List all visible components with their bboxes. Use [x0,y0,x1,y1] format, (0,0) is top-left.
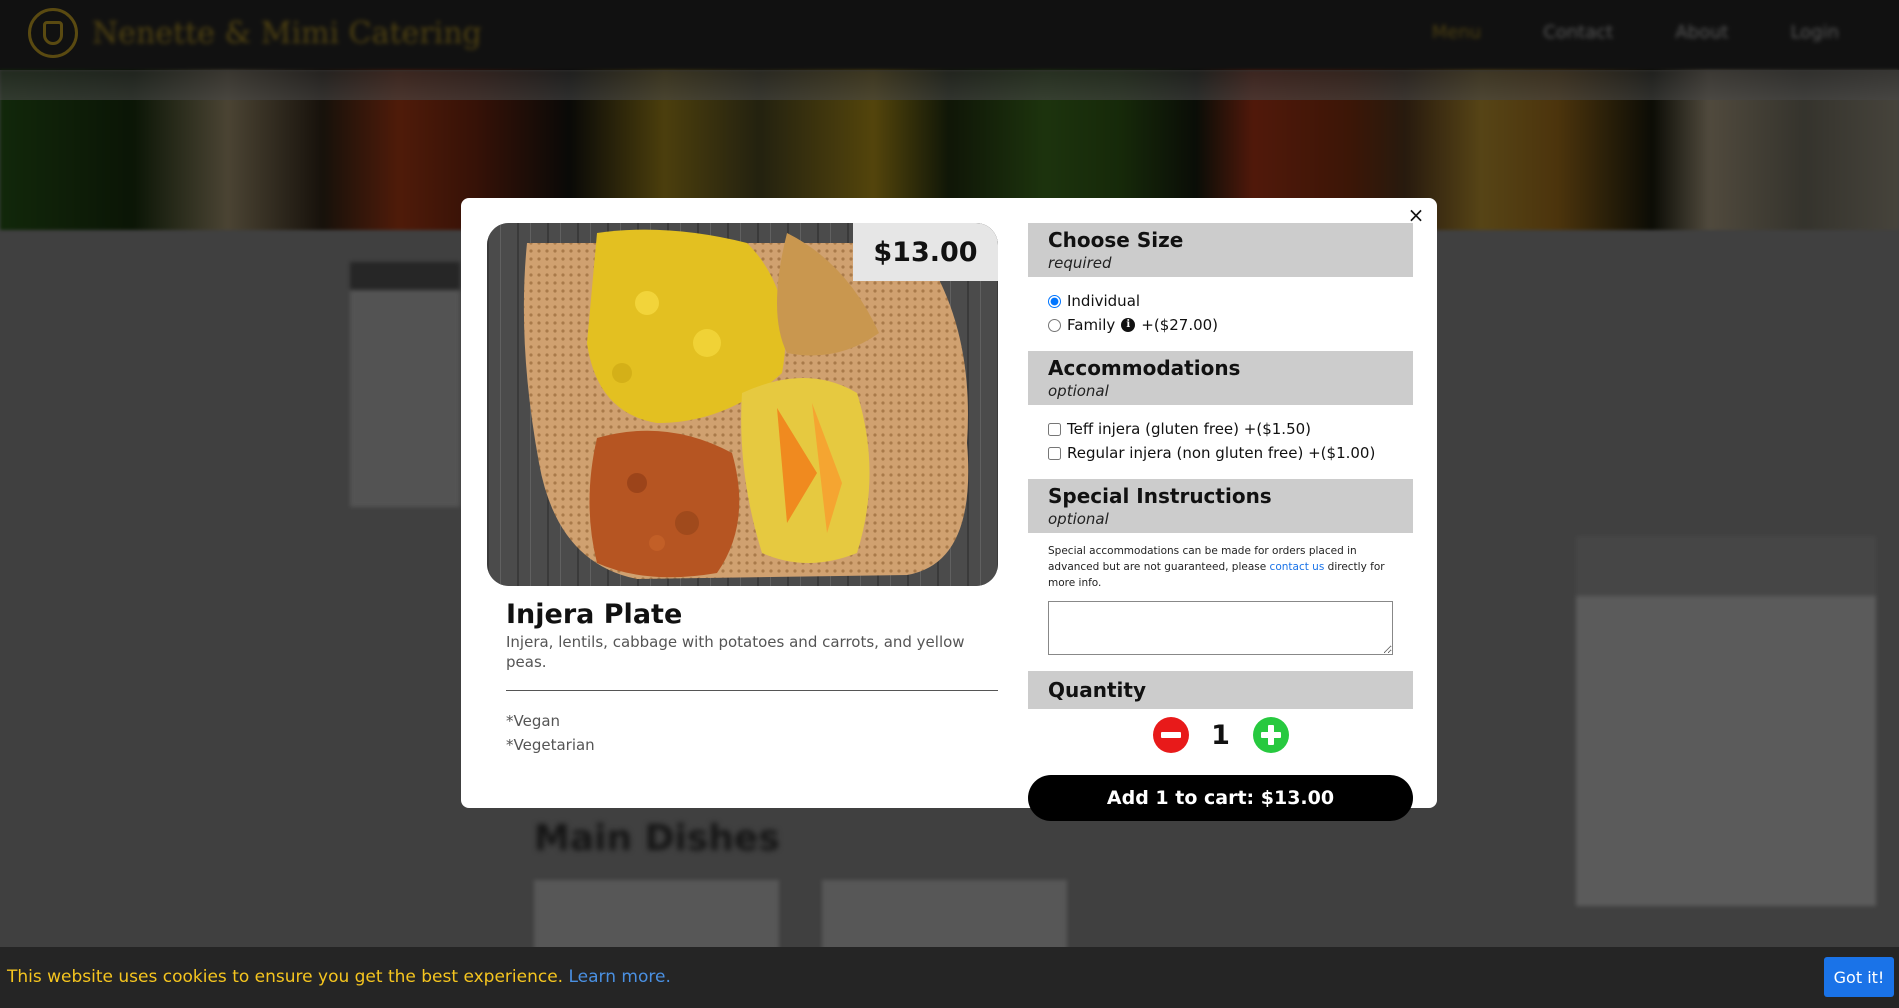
learn-more-link[interactable]: Learn more. [568,967,670,987]
accommodation-checkbox-regular[interactable] [1048,446,1061,460]
cookie-message-text: This website uses cookies to ensure you … [7,967,569,987]
size-section-header: Choose Size required [1028,223,1413,277]
instructions-section-header: Special Instructions optional [1028,479,1413,533]
tag-vegan: *Vegan [506,712,561,730]
size-section-subtitle: required [1048,254,1112,272]
size-option-individual[interactable]: Individual [1048,289,1413,313]
quantity-stepper: 1 [1028,709,1413,761]
quantity-section-title: Quantity [1048,678,1146,702]
size-option-label: Family [1067,316,1116,334]
dish-title: Injera Plate [506,599,683,630]
tag-vegetarian: *Vegetarian [506,736,595,754]
cookie-message: This website uses cookies to ensure you … [7,967,671,987]
size-options: Individual Family i +($27.00) [1028,277,1413,351]
order-options: Choose Size required Individual Family i… [1028,223,1413,821]
divider [506,690,998,691]
accommodation-option-label: Teff injera (gluten free) [1067,420,1240,438]
accommodation-option-price: +($1.50) [1243,420,1312,438]
increase-quantity-button[interactable] [1252,717,1289,753]
add-to-cart-button[interactable]: Add 1 to cart: $13.00 [1028,775,1413,821]
quantity-section-header: Quantity [1028,671,1413,709]
accommodation-option-teff[interactable]: Teff injera (gluten free) +($1.50) [1048,417,1413,441]
accommodation-option-regular[interactable]: Regular injera (non gluten free) +($1.00… [1048,441,1413,465]
size-option-price: +($27.00) [1141,316,1219,334]
dietary-tags: *Vegan *Vegetarian [506,709,998,757]
contact-us-link[interactable]: contact us [1270,561,1325,573]
size-radio-family[interactable] [1048,318,1061,332]
accept-cookies-button[interactable]: Got it! [1824,957,1894,997]
special-instructions-input[interactable] [1048,601,1393,655]
info-icon[interactable]: i [1121,318,1136,332]
quantity-value: 1 [1211,719,1230,751]
plus-icon-vertical [1267,725,1274,745]
minus-icon [1160,732,1181,738]
price-badge: $13.00 [853,223,998,281]
size-radio-individual[interactable] [1048,294,1061,308]
size-section-title: Choose Size [1048,228,1184,252]
item-modal: × $13.00 Injera Plate Injera, lentils, c… [461,198,1437,821]
size-option-family[interactable]: Family i +($27.00) [1048,313,1413,337]
accommodations-section-header: Accommodations optional [1028,351,1413,405]
dish-description: Injera, lentils, cabbage with potatoes a… [506,633,965,671]
dish-details: $13.00 Injera Plate Injera, lentils, cab… [487,223,998,757]
dish-image: $13.00 [487,223,998,586]
instructions-note: Special accommodations can be made for o… [1028,533,1413,591]
accommodation-option-price: +($1.00) [1308,444,1376,462]
decrease-quantity-button[interactable] [1152,717,1189,753]
size-option-label: Individual [1067,292,1141,310]
accommodations-section-title: Accommodations [1048,356,1241,380]
cookie-consent-bar: This website uses cookies to ensure you … [0,947,1899,1008]
accommodations-section-subtitle: optional [1048,382,1109,400]
accommodation-option-label: Regular injera (non gluten free) [1067,444,1304,462]
accommodation-options: Teff injera (gluten free) +($1.50) Regul… [1028,405,1413,479]
instructions-section-title: Special Instructions [1048,484,1272,508]
accommodation-checkbox-teff[interactable] [1048,422,1061,436]
instructions-section-subtitle: optional [1048,510,1109,528]
